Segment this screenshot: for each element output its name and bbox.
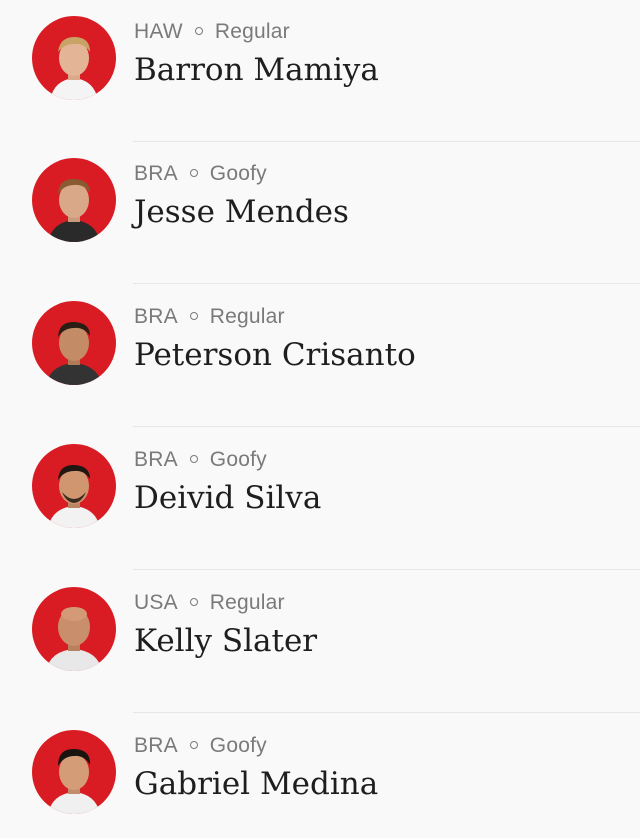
row-divider [133, 283, 640, 284]
athlete-name: Barron Mamiya [134, 52, 379, 88]
separator-dot-icon [194, 26, 203, 35]
separator-dot-icon [189, 740, 198, 749]
separator-dot-icon [189, 454, 198, 463]
athlete-country: BRA [134, 162, 178, 185]
athlete-row-jesse-mendes[interactable]: BRA Goofy Jesse Mendes [0, 142, 640, 284]
athlete-name: Kelly Slater [134, 623, 318, 659]
athlete-stance: Regular [209, 305, 285, 328]
athlete-stance: Regular [214, 20, 290, 43]
athlete-country: BRA [134, 305, 178, 328]
athlete-avatar [32, 16, 116, 100]
athlete-photo-icon [32, 16, 116, 100]
separator-dot-icon [189, 168, 198, 177]
row-divider [133, 712, 640, 713]
athlete-country: BRA [134, 734, 178, 757]
athlete-stance: Goofy [209, 734, 267, 757]
row-divider [133, 426, 640, 427]
athlete-meta: HAW Regular [134, 20, 290, 44]
athlete-country: USA [134, 591, 178, 614]
athlete-name: Jesse Mendes [134, 194, 349, 230]
athlete-photo-icon [32, 730, 116, 814]
athlete-meta: BRA Goofy [134, 734, 267, 758]
athlete-list: HAW Regular Barron Mamiya BRA Goofy Jesse … [0, 0, 640, 838]
athlete-avatar [32, 158, 116, 242]
athlete-stance: Regular [209, 591, 285, 614]
athlete-meta: BRA Regular [134, 305, 285, 329]
athlete-meta: BRA Goofy [134, 162, 267, 186]
athlete-photo-icon [32, 301, 116, 385]
row-divider [133, 569, 640, 570]
athlete-country: HAW [134, 20, 183, 43]
athlete-photo-icon [32, 444, 116, 528]
athlete-meta: USA Regular [134, 591, 285, 615]
athlete-country: BRA [134, 448, 178, 471]
athlete-row-gabriel-medina[interactable]: BRA Goofy Gabriel Medina [0, 714, 640, 838]
athlete-row-peterson-crisanto[interactable]: BRA Regular Peterson Crisanto [0, 285, 640, 427]
athlete-stance: Goofy [209, 162, 267, 185]
athlete-stance: Goofy [209, 448, 267, 471]
athlete-avatar [32, 587, 116, 671]
athlete-meta: BRA Goofy [134, 448, 267, 472]
athlete-name: Gabriel Medina [134, 766, 379, 802]
separator-dot-icon [189, 597, 198, 606]
athlete-name: Peterson Crisanto [134, 337, 416, 373]
separator-dot-icon [189, 311, 198, 320]
athlete-row-deivid-silva[interactable]: BRA Goofy Deivid Silva [0, 428, 640, 570]
athlete-photo-icon [32, 587, 116, 671]
athlete-avatar [32, 301, 116, 385]
athlete-photo-icon [32, 158, 116, 242]
athlete-avatar [32, 444, 116, 528]
athlete-row-barron-mamiya[interactable]: HAW Regular Barron Mamiya [0, 0, 640, 142]
athlete-name: Deivid Silva [134, 480, 322, 516]
athlete-avatar [32, 730, 116, 814]
athlete-row-kelly-slater[interactable]: USA Regular Kelly Slater [0, 571, 640, 713]
